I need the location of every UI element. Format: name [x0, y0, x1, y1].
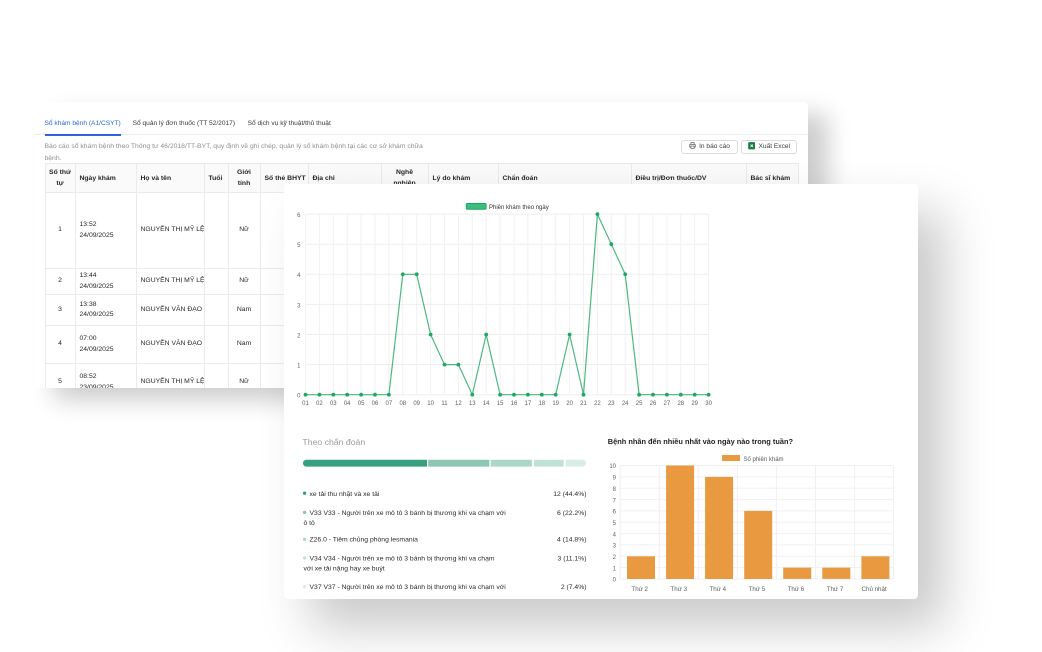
svg-text:4: 4	[613, 532, 617, 538]
svg-text:xe tải thu nhặt và xe tải: xe tải thu nhặt và xe tải	[310, 491, 380, 498]
svg-text:Thứ 7: Thứ 7	[827, 586, 844, 593]
svg-text:12: 12	[455, 401, 462, 407]
svg-text:6 (22.2%): 6 (22.2%)	[557, 510, 586, 517]
svg-text:10: 10	[609, 464, 616, 470]
svg-text:Bệnh nhân đến nhiều nhất vào n: Bệnh nhân đến nhiều nhất vào ngày nào tr…	[608, 437, 794, 446]
svg-text:14: 14	[483, 401, 490, 407]
svg-text:ô tô: ô tô	[304, 520, 316, 527]
svg-text:Thứ 6: Thứ 6	[788, 586, 805, 593]
svg-text:6: 6	[297, 213, 301, 219]
svg-text:09: 09	[413, 401, 420, 407]
svg-text:Thứ 2: Thứ 2	[631, 586, 648, 593]
svg-text:29: 29	[691, 401, 698, 407]
svg-text:Thứ 5: Thứ 5	[749, 586, 766, 593]
svg-text:Thứ 3: Thứ 3	[671, 586, 688, 593]
svg-text:V33 V33 - Người trên xe mô tô: V33 V33 - Người trên xe mô tô 3 bánh bị …	[310, 510, 507, 517]
svg-text:28: 28	[677, 401, 684, 407]
svg-text:01: 01	[302, 401, 309, 407]
svg-text:Số phiên khám: Số phiên khám	[744, 457, 784, 463]
svg-text:27: 27	[664, 401, 671, 407]
svg-text:4 (14.8%): 4 (14.8%)	[557, 537, 586, 544]
svg-text:25: 25	[636, 401, 643, 407]
svg-text:02: 02	[316, 401, 323, 407]
svg-text:Theo chẩn đoán: Theo chẩn đoán	[302, 437, 365, 447]
svg-text:20: 20	[566, 401, 573, 407]
svg-text:1: 1	[297, 364, 301, 370]
svg-text:với xe tải nặng hay xe buýt: với xe tải nặng hay xe buýt	[304, 566, 385, 573]
svg-text:Phiên khám theo ngày: Phiên khám theo ngày	[489, 205, 549, 211]
svg-text:08: 08	[399, 401, 406, 407]
svg-text:5: 5	[297, 243, 301, 249]
svg-text:16: 16	[511, 401, 518, 407]
svg-text:24: 24	[622, 401, 629, 407]
svg-text:Chủ nhật: Chủ nhật	[862, 586, 887, 593]
svg-text:12 (44.4%): 12 (44.4%)	[553, 491, 586, 498]
svg-text:3 (11.1%): 3 (11.1%)	[558, 555, 587, 562]
svg-text:10: 10	[427, 401, 434, 407]
svg-text:0: 0	[613, 578, 617, 584]
svg-text:4: 4	[297, 273, 301, 279]
svg-text:18: 18	[538, 401, 545, 407]
svg-text:9: 9	[613, 476, 617, 482]
svg-text:23: 23	[608, 401, 615, 407]
svg-text:05: 05	[358, 401, 365, 407]
svg-text:17: 17	[525, 401, 532, 407]
svg-text:11: 11	[441, 401, 448, 407]
svg-text:19: 19	[552, 401, 559, 407]
svg-text:V34 V34 - Người trên xe mô tô: V34 V34 - Người trên xe mô tô 3 bánh bị …	[310, 555, 495, 562]
svg-text:15: 15	[497, 401, 504, 407]
svg-text:1: 1	[613, 566, 617, 572]
svg-text:26: 26	[650, 401, 657, 407]
svg-text:2 (7.4%): 2 (7.4%)	[561, 584, 587, 591]
svg-text:2: 2	[297, 333, 301, 339]
svg-text:3: 3	[613, 544, 617, 550]
svg-text:3: 3	[297, 303, 301, 309]
svg-text:5: 5	[613, 521, 617, 527]
svg-text:06: 06	[372, 401, 379, 407]
svg-text:30: 30	[705, 401, 712, 407]
svg-text:2: 2	[613, 555, 617, 561]
svg-text:8: 8	[613, 487, 617, 493]
svg-text:07: 07	[386, 401, 393, 407]
svg-text:22: 22	[594, 401, 601, 407]
svg-text:21: 21	[580, 401, 587, 407]
svg-text:03: 03	[330, 401, 337, 407]
svg-text:13: 13	[469, 401, 476, 407]
svg-text:04: 04	[344, 401, 351, 407]
svg-text:7: 7	[613, 498, 617, 504]
svg-text:6: 6	[613, 510, 617, 516]
svg-text:0: 0	[297, 394, 301, 400]
svg-text:Z26.0 - Tiêm chủng phòng lesma: Z26.0 - Tiêm chủng phòng lesmania	[310, 536, 419, 544]
svg-text:Thứ 4: Thứ 4	[710, 586, 727, 593]
svg-text:V37 V37 - Người trên xe mô tô: V37 V37 - Người trên xe mô tô 3 bánh bị …	[310, 584, 507, 591]
